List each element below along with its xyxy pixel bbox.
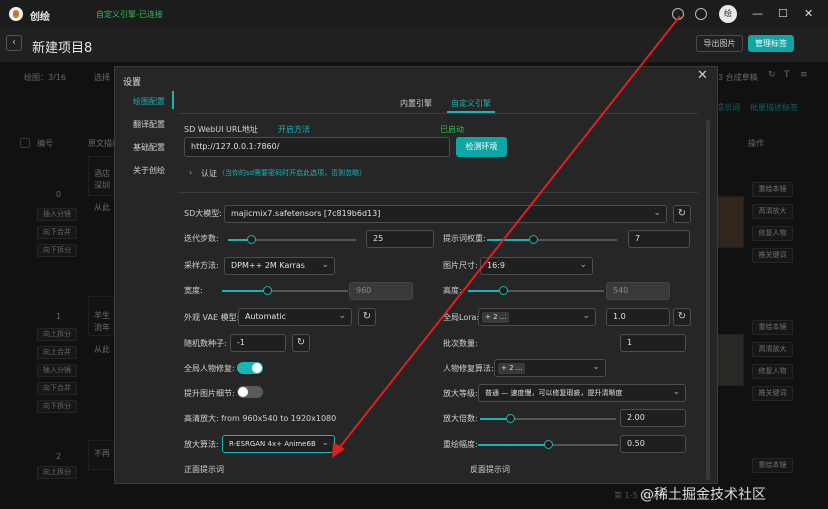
- annotation-arrow: [332, 15, 681, 458]
- arrow-line: [335, 15, 681, 453]
- watermark: @稀土掘金技术社区: [640, 487, 766, 503]
